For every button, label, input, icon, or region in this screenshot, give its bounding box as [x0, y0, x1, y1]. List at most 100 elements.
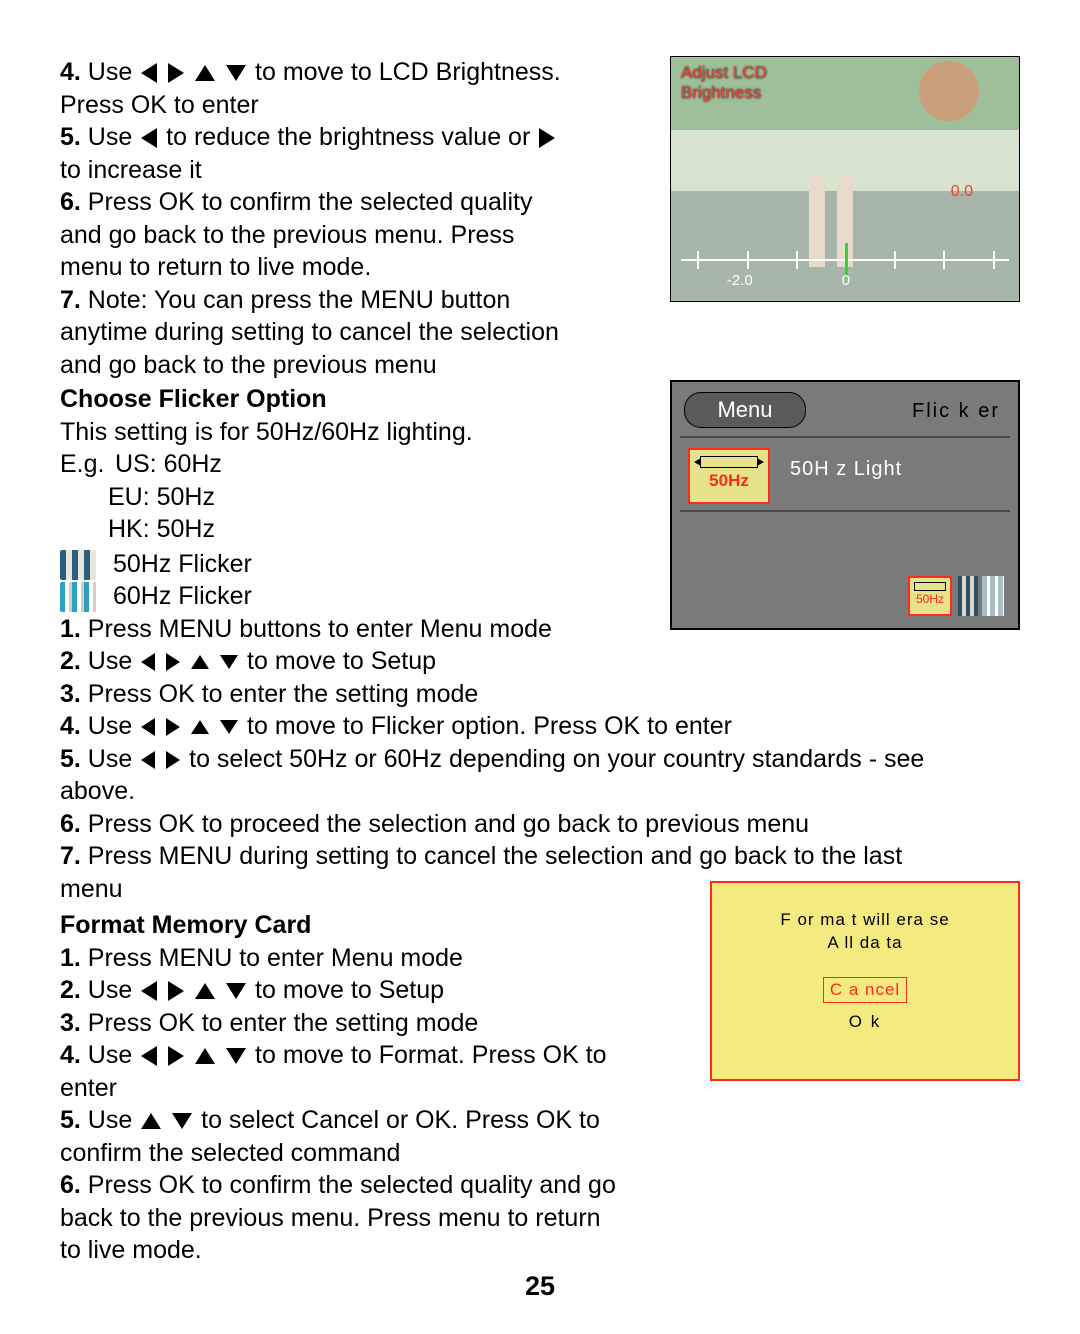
arrow-down-icon [220, 655, 238, 669]
flicker-thumbnails: 50Hz [908, 576, 1004, 616]
step-text: Use [81, 123, 139, 151]
arrow-right-icon [166, 718, 180, 736]
eg-eu: EU: 50Hz [108, 483, 215, 511]
step-text: Note: You can press the MENU button anyt… [60, 286, 559, 379]
step-num: 3. [60, 680, 81, 708]
slider-label-zero: 0 [842, 271, 850, 291]
step-text: Use [81, 712, 139, 740]
step-num: 4. [60, 1041, 81, 1069]
flicker-50hz-icon [60, 550, 96, 580]
step-num: 2. [60, 647, 81, 675]
brightness-value: 0.0 [951, 182, 973, 203]
step-num: 6. [60, 1171, 81, 1199]
flicker-thumb-stripes2 [982, 576, 1004, 616]
menu-tab: Menu [684, 392, 806, 428]
arrow-right-icon [168, 981, 184, 1001]
arrow-right-icon [168, 63, 184, 83]
step-num: 1. [60, 615, 81, 643]
step-num: 4. [60, 712, 81, 740]
step-text: Press OK to confirm the selected quality… [60, 188, 532, 281]
arrow-down-icon [172, 1113, 192, 1129]
arrow-left-icon [141, 1046, 157, 1066]
step-text: Press OK to enter the setting mode [81, 680, 478, 708]
arrow-up-icon [195, 1048, 215, 1064]
flicker-intro: This setting is for 50Hz/60Hz lighting. [60, 416, 575, 449]
arrow-up-icon [191, 655, 209, 669]
step-text: to move to Setup [247, 647, 436, 675]
flicker-thumb-stripes [958, 576, 978, 616]
step-num: 7. [60, 842, 81, 870]
step-text: to move to Setup [255, 976, 444, 1004]
step-num: 5. [60, 123, 81, 151]
step-text: Press OK to enter the setting mode [81, 1009, 478, 1037]
brightness-preview-title: Adjust LCD Brightness [681, 63, 767, 102]
step-text: Use [81, 976, 139, 1004]
format-cancel-option: C a ncel [823, 977, 907, 1003]
step-num: 1. [60, 944, 81, 972]
arrow-down-icon [226, 65, 246, 81]
page-number: 25 [0, 1269, 1080, 1304]
step-num: 4. [60, 58, 81, 86]
step-num: 7. [60, 286, 81, 314]
step-text: to move to Flicker option. Press OK to e… [247, 712, 732, 740]
step-text: Use [81, 1041, 139, 1069]
slider-label-neg: -2.0 [727, 271, 753, 291]
eg-us: US: 60Hz [115, 450, 222, 478]
arrow-left-icon [141, 981, 157, 1001]
flicker-intro-block: This setting is for 50Hz/60Hz lighting. … [60, 416, 575, 613]
arrow-down-icon [226, 1048, 246, 1064]
step-num: 5. [60, 745, 81, 773]
flicker-option-label: 50H z Light [790, 456, 902, 482]
arrow-right-icon [166, 653, 180, 671]
format-steps: 1. Press MENU to enter Menu mode 2. Use … [60, 942, 660, 1267]
step-num: 2. [60, 976, 81, 1004]
arrow-right-icon [166, 751, 180, 769]
brightness-slider: -2.0 0 [681, 237, 1009, 287]
step-text: to reduce the brightness value or [166, 123, 530, 151]
arrow-down-icon [220, 720, 238, 734]
arrow-left-icon [141, 718, 155, 736]
step-num: 6. [60, 810, 81, 838]
brightness-preview: Adjust LCD Brightness 0.0 -2.0 0 [670, 56, 1020, 302]
flicker-thumb-50hz: 50Hz [908, 576, 952, 616]
step-num: 3. [60, 1009, 81, 1037]
flicker-menu-title: Flic k er [912, 398, 1000, 424]
step-text: Press MENU to enter Menu mode [81, 944, 463, 972]
eg-label: E.g. [60, 448, 108, 481]
arrow-down-icon [226, 983, 246, 999]
step-text: Use [81, 745, 139, 773]
arrow-up-icon [191, 720, 209, 734]
arrow-left-icon [141, 63, 157, 83]
step-text: Use [81, 58, 139, 86]
step-text: to select 50Hz or 60Hz depending on your… [60, 745, 924, 806]
step-text: to increase it [60, 156, 202, 184]
flicker-menu-preview: Menu Flic k er 50Hz 50H z Light 50Hz [670, 380, 1020, 630]
flicker-50hz-label: 50Hz Flicker [113, 550, 252, 578]
step-text: Use [81, 647, 139, 675]
arrow-left-icon [141, 128, 157, 148]
format-ok-option: O k [712, 1011, 1018, 1033]
flicker-option-50hz-icon: 50Hz [688, 448, 770, 504]
step-text: Use [81, 1106, 139, 1134]
brightness-steps: 4. Use to move to LCD Brightness. Press … [60, 56, 575, 381]
scene-head [919, 61, 979, 121]
arrow-right-icon [168, 1046, 184, 1066]
format-dialog-preview: F or ma t will era se A ll da ta C a nce… [710, 881, 1020, 1081]
flicker-60hz-icon [60, 582, 96, 612]
step-text: Press MENU buttons to enter Menu mode [81, 615, 552, 643]
arrow-left-icon [141, 653, 155, 671]
step-text: Press OK to confirm the selected quality… [60, 1171, 616, 1264]
eg-hk: HK: 50Hz [108, 515, 215, 543]
flicker-steps: 1. Press MENU buttons to enter Menu mode… [60, 613, 960, 906]
arrow-left-icon [141, 751, 155, 769]
format-dialog-message: F or ma t will era se A ll da ta [712, 909, 1018, 955]
flicker-60hz-label: 60Hz Flicker [113, 582, 252, 610]
arrow-up-icon [141, 1113, 161, 1129]
step-num: 5. [60, 1106, 81, 1134]
arrow-up-icon [195, 983, 215, 999]
arrow-up-icon [195, 65, 215, 81]
step-text: Press OK to proceed the selection and go… [81, 810, 809, 838]
step-num: 6. [60, 188, 81, 216]
manual-page: 4. Use to move to LCD Brightness. Press … [0, 0, 1080, 1334]
arrow-right-icon [539, 128, 555, 148]
